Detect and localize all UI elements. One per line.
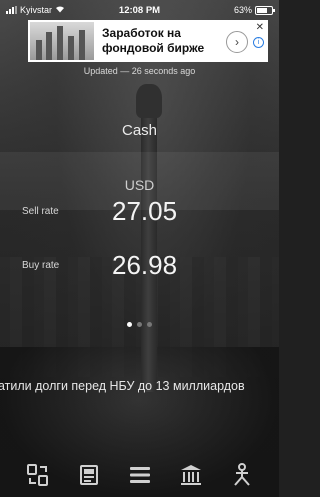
nav-menu-button[interactable] xyxy=(124,459,156,491)
nav-atm-button[interactable] xyxy=(226,459,258,491)
ad-chevron-icon[interactable]: › xyxy=(226,31,248,53)
news-icon xyxy=(79,465,98,485)
ad-banner[interactable]: Заработок на фондовой бирже › ✕ i xyxy=(28,20,268,62)
page-indicator[interactable] xyxy=(0,322,279,327)
updated-status: Updated — 26 seconds ago xyxy=(83,66,196,76)
ad-info-icon[interactable]: i xyxy=(253,37,264,48)
currency-selector[interactable]: USD xyxy=(0,177,279,193)
buy-rate-row: Buy rate 26.98 xyxy=(0,250,279,282)
converter-icon xyxy=(26,464,48,486)
status-bar: Kyivstar 12:08 PM 63% xyxy=(0,0,279,20)
sell-rate-value: 27.05 xyxy=(112,196,178,226)
app-screen: Kyivstar 12:08 PM 63% Заработок на фондо… xyxy=(0,0,279,497)
nav-banks-button[interactable] xyxy=(175,459,207,491)
nav-news-button[interactable] xyxy=(73,459,105,491)
ad-text: Заработок на фондовой бирже xyxy=(102,26,205,55)
menu-icon xyxy=(129,467,150,483)
background-statue xyxy=(136,84,162,118)
bank-icon xyxy=(180,465,201,485)
buy-rate-label: Buy rate xyxy=(22,260,60,271)
nav-converter-button[interactable] xyxy=(22,459,54,491)
sell-rate-row: Sell rate 27.05 xyxy=(0,196,279,228)
battery-icon xyxy=(255,5,275,15)
battery-percent: 63% xyxy=(233,5,252,15)
battery-area: 63% xyxy=(233,5,275,15)
sell-rate-label: Sell rate xyxy=(22,206,59,217)
bottom-nav xyxy=(0,453,279,497)
ad-image xyxy=(30,22,94,60)
news-ticker[interactable]: атили долги перед НБУ до 13 миллиардов xyxy=(0,379,279,393)
atm-icon xyxy=(233,463,250,486)
page-dot[interactable] xyxy=(137,322,142,327)
ad-close-icon[interactable]: ✕ xyxy=(256,22,264,33)
rate-type-selector[interactable]: Cash xyxy=(0,122,279,139)
news-ticker-text: атили долги перед НБУ до 13 миллиардов xyxy=(0,379,245,393)
page-dot[interactable] xyxy=(147,322,152,327)
page-dot[interactable] xyxy=(127,322,132,327)
buy-rate-value: 26.98 xyxy=(112,250,178,280)
